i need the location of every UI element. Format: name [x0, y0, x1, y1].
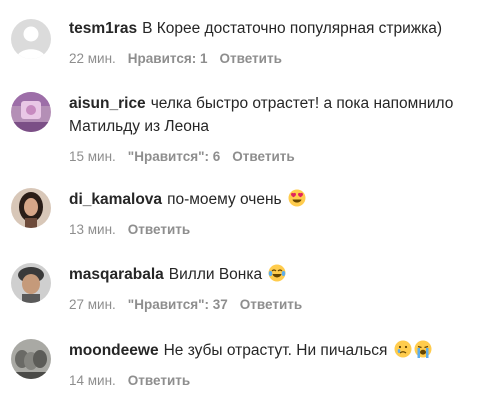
comment-likes[interactable]: "Нравится": 6: [128, 149, 220, 164]
comment-meta: 27 мин. "Нравится": 37 Ответить: [69, 297, 483, 315]
heart-eyes-emoji-icon: [288, 189, 306, 207]
comment-meta: 13 мин. Ответить: [69, 222, 483, 240]
loudly-crying-emoji-icon: [414, 340, 432, 358]
comment-username[interactable]: aisun_rice: [69, 95, 146, 112]
reply-button[interactable]: Ответить: [240, 297, 302, 312]
comment-time[interactable]: 15 мин.: [69, 149, 116, 164]
comment-meta: 15 мин. "Нравится": 6 Ответить: [69, 149, 483, 167]
comment-text: Вилли Вонка: [168, 266, 263, 283]
comment-text-block: di_kamalova по-моему очень: [69, 188, 483, 211]
reply-button[interactable]: Ответить: [219, 51, 281, 66]
tears-of-joy-emoji-icon: [268, 264, 286, 282]
default-avatar-icon[interactable]: [11, 19, 51, 59]
comment-meta: 14 мин. Ответить: [69, 373, 483, 391]
reply-button[interactable]: Ответить: [232, 149, 294, 164]
avatar[interactable]: [11, 339, 51, 379]
comment-likes[interactable]: "Нравится": 37: [128, 297, 228, 312]
comment-username[interactable]: di_kamalova: [69, 191, 162, 208]
comment-text: Не зубы отрастут. Ни пичалься: [163, 342, 388, 359]
comment-time[interactable]: 14 мин.: [69, 373, 116, 388]
comment-meta: 22 мин. Нравится: 1 Ответить: [69, 51, 483, 69]
comment-text-block: aisun_rice челка быстро отрастет! а пока …: [69, 92, 483, 138]
comment-text-block: moondeewe Не зубы отрастут. Ни пичалься: [69, 339, 483, 362]
comment-time[interactable]: 27 мин.: [69, 297, 116, 312]
comment-likes[interactable]: Нравится: 1: [128, 51, 208, 66]
reply-button[interactable]: Ответить: [128, 373, 190, 388]
comment-time[interactable]: 22 мин.: [69, 51, 116, 66]
comment-username[interactable]: moondeewe: [69, 342, 159, 359]
avatar[interactable]: [11, 263, 51, 303]
avatar[interactable]: [11, 92, 51, 132]
comment-text-block: masqarabala Вилли Вонка: [69, 263, 483, 286]
comment-username[interactable]: masqarabala: [69, 266, 164, 283]
comments-list: tesm1ras В Корее достаточно популярная ст…: [0, 0, 491, 402]
comment-time[interactable]: 13 мин.: [69, 222, 116, 237]
comment-text: по-моему очень: [167, 191, 282, 208]
avatar[interactable]: [11, 188, 51, 228]
reply-button[interactable]: Ответить: [128, 222, 190, 237]
comment-username[interactable]: tesm1ras: [69, 20, 137, 37]
crying-face-emoji-icon: [394, 340, 412, 358]
comment-text-block: tesm1ras В Корее достаточно популярная ст…: [69, 17, 483, 40]
comment-text: В Корее достаточно популярная стрижка): [142, 20, 443, 37]
